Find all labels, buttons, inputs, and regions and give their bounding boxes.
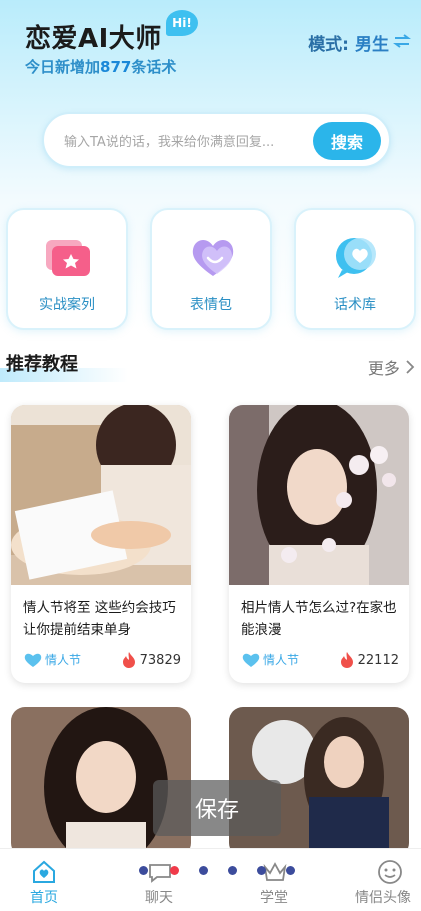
heart-icon <box>24 653 42 667</box>
app-title: 恋爱AI大师 <box>25 24 162 54</box>
crown-icon <box>262 859 288 885</box>
tab-home[interactable]: 首页 <box>0 849 88 911</box>
indicator-dot <box>257 866 266 875</box>
article-tag: 情人节 <box>241 651 299 668</box>
tab-label: 学堂 <box>260 890 288 906</box>
article-title: 情人节将至 这些约会技巧让你提前结束单身 <box>23 600 176 638</box>
tab-couple-avatar[interactable]: 情侣头像 <box>345 849 421 911</box>
indicator-dot-active <box>170 866 179 875</box>
article-tag-label: 情人节 <box>45 653 82 667</box>
article-photo <box>11 405 191 585</box>
chevron-right-icon <box>405 359 415 378</box>
home-heart-icon <box>31 859 57 885</box>
article-views: 73829 <box>121 651 181 669</box>
section-title: 推荐教程 <box>6 354 78 375</box>
hi-badge: Hi! <box>166 10 198 36</box>
more-link[interactable]: 更多 <box>368 355 415 379</box>
bottom-tab-bar: 首页 聊天 学堂 情侣头像 <box>0 848 421 911</box>
tab-school[interactable]: 学堂 <box>230 849 318 911</box>
folder-star-icon <box>44 234 94 280</box>
search-input[interactable] <box>64 130 294 154</box>
swap-icon <box>393 33 411 52</box>
article-count: 73829 <box>139 652 181 668</box>
article-views: 22112 <box>339 651 399 669</box>
article-card[interactable]: 情人节将至 这些约会技巧让你提前结束单身 情人节 73829 <box>11 405 191 683</box>
search-bar: 搜索 <box>42 112 391 168</box>
heart-smile-icon <box>188 234 238 280</box>
heart-icon <box>242 653 260 667</box>
mode-value: 男生 <box>355 35 389 55</box>
article-card[interactable]: 相片情人节怎么过?在家也能浪漫 情人节 22112 <box>229 405 409 683</box>
subtitle-prefix: 今日新增加 <box>25 58 101 76</box>
search-button[interactable]: 搜索 <box>313 122 381 160</box>
fire-icon <box>122 652 135 668</box>
article-title: 相片情人节怎么过?在家也能浪漫 <box>241 600 397 638</box>
subtitle-count: 877 <box>100 58 132 76</box>
article-tag-label: 情人节 <box>263 653 300 667</box>
mode-switch[interactable]: 模式: 男生 <box>308 30 411 55</box>
indicator-dot <box>286 866 295 875</box>
save-toast[interactable]: 保存 <box>153 780 281 836</box>
feature-label: 表情包 <box>190 297 232 313</box>
feature-scripts[interactable]: 话术库 <box>294 208 416 330</box>
subtitle-suffix: 条话术 <box>131 58 177 76</box>
article-photo <box>229 405 409 585</box>
article-tag: 情人节 <box>23 651 81 668</box>
feature-cases[interactable]: 实战案列 <box>6 208 128 330</box>
smiley-icon <box>377 859 403 885</box>
tab-chat[interactable]: 聊天 <box>115 849 203 911</box>
indicator-dot <box>139 866 148 875</box>
feature-label: 话术库 <box>334 297 376 313</box>
feature-label: 实战案列 <box>39 297 95 313</box>
tab-label: 聊天 <box>145 890 173 906</box>
indicator-dot <box>199 866 208 875</box>
chat-bubble-icon <box>147 859 173 885</box>
mode-label: 模式: <box>308 35 349 55</box>
chat-heart-icon <box>332 234 382 280</box>
fire-icon <box>340 652 353 668</box>
tab-label: 情侣头像 <box>355 890 411 906</box>
tab-label: 首页 <box>30 890 58 906</box>
indicator-dot <box>228 866 237 875</box>
header: 恋爱AI大师 Hi! 今日新增加877条话术 模式: 男生 <box>0 0 421 100</box>
feature-stickers[interactable]: 表情包 <box>150 208 272 330</box>
more-label: 更多 <box>367 359 400 378</box>
article-count: 22112 <box>357 652 399 668</box>
daily-update-text: 今日新增加877条话术 <box>25 56 176 77</box>
